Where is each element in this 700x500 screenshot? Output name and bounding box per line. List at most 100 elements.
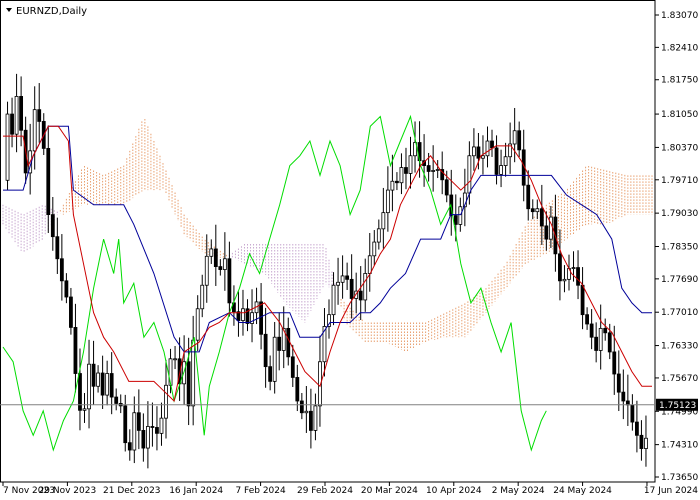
candle-body: [308, 410, 313, 431]
candle-body: [209, 248, 214, 257]
candle-body: [37, 109, 42, 122]
candle-body: [404, 167, 408, 174]
candle-body: [82, 408, 87, 411]
axes: 1.83070 1.82410 1.81750 1.81050 1.80370 1.797…: [0, 0, 698, 496]
current-price-label: 1.75123: [659, 401, 696, 411]
candle-body: [123, 405, 128, 444]
candle-body: [136, 412, 141, 431]
candle-body: [616, 373, 621, 393]
candle-body: [494, 147, 499, 175]
candle-body: [299, 400, 304, 414]
candle-body: [589, 323, 594, 338]
y-tick-label: 1.81750: [661, 76, 698, 86]
candle-body: [630, 404, 635, 423]
candle-body: [19, 96, 24, 131]
candle-body: [499, 165, 503, 175]
y-tick-label: 1.81050: [661, 110, 698, 120]
x-tick-label: 29 Feb 2024: [297, 486, 353, 496]
candle-body: [408, 155, 413, 174]
candle-body: [612, 351, 617, 375]
candle-body: [576, 267, 580, 286]
y-tick-label: 1.76330: [661, 342, 698, 352]
candle-body: [390, 180, 395, 191]
x-tick-label: 7 Feb 2024: [235, 486, 286, 496]
candle-body: [227, 258, 232, 304]
candle-body: [105, 373, 110, 396]
candle-body: [109, 373, 114, 398]
candle-body: [132, 412, 137, 451]
candle-body: [213, 248, 218, 267]
candle-body: [10, 113, 14, 135]
x-tick-label: 21 Dec 2023: [103, 486, 161, 496]
symbol-title: EURNZD,Daily: [16, 6, 87, 17]
candle-body: [476, 146, 481, 159]
candle-body: [159, 417, 164, 434]
y-tick-label: 1.73650: [661, 473, 698, 483]
candle-body: [598, 327, 603, 351]
candle-body: [155, 427, 159, 434]
y-tick-label: 1.78350: [661, 242, 698, 252]
y-tick-label: 1.74310: [661, 441, 698, 451]
candle-body: [204, 255, 209, 286]
y-tick-label: 1.79710: [661, 176, 698, 186]
candle-body: [222, 258, 227, 270]
candle-body: [331, 284, 336, 316]
candle-body: [467, 155, 472, 194]
candle-body: [444, 179, 449, 196]
candle-body: [544, 225, 549, 240]
chart-title-group: EURNZD,Daily: [6, 6, 87, 17]
x-tick-label: 29 Nov 2023: [39, 486, 97, 496]
y-tick-label: 1.77690: [661, 275, 698, 285]
candle-body: [87, 363, 91, 410]
candle-body: [372, 241, 377, 257]
chart-canvas: 1.83070 1.82410 1.81750 1.81050 1.80370 1.797…: [0, 0, 698, 496]
candle-body: [46, 148, 51, 216]
x-tick-label: 24 May 2024: [553, 486, 612, 496]
candle-body: [145, 426, 150, 449]
candle-body: [55, 236, 60, 260]
y-tick-label: 1.79030: [661, 209, 698, 219]
candle-body: [639, 434, 644, 449]
candle-body: [191, 339, 196, 407]
y-tick-label: 1.83070: [661, 11, 698, 21]
y-tick-label: 1.75670: [661, 374, 698, 384]
candle-body: [100, 372, 105, 396]
candle-body: [512, 130, 517, 145]
candle-body: [59, 258, 64, 282]
candle-body: [313, 405, 318, 431]
y-tick-label: 1.77010: [661, 308, 698, 318]
candle-body: [607, 332, 612, 353]
x-tick-label: 17 Jun 2024: [644, 486, 698, 496]
candle-body: [141, 430, 146, 449]
candle-body: [381, 212, 386, 230]
candle-body: [186, 361, 191, 407]
candle-body: [635, 421, 639, 436]
candle-body: [376, 228, 381, 243]
candle-body: [349, 278, 354, 299]
candle-body: [490, 140, 494, 149]
candle-body: [530, 208, 535, 213]
dropdown-triangle-icon[interactable]: [6, 8, 12, 12]
candle-body: [426, 165, 431, 172]
candle-body: [367, 255, 372, 274]
candle-body: [241, 308, 245, 321]
candle-body: [558, 253, 562, 282]
candle-body: [64, 280, 69, 298]
candle-body: [173, 358, 177, 361]
x-tick-label: 16 Jan 2024: [169, 486, 223, 496]
candle-body: [272, 336, 277, 382]
indicator-lines: [2, 114, 652, 452]
candle-body: [277, 336, 282, 351]
candle-body: [286, 327, 291, 358]
candle-body: [458, 206, 463, 225]
candle-body: [114, 396, 119, 404]
candle-body: [539, 208, 544, 227]
candle-body: [395, 180, 399, 184]
candle-body: [385, 189, 390, 214]
candle-body: [517, 130, 522, 151]
candle-body: [32, 109, 37, 152]
candle-body: [358, 290, 363, 301]
candle-body: [195, 308, 200, 341]
candle-body: [5, 113, 10, 181]
candle-body: [69, 296, 73, 328]
